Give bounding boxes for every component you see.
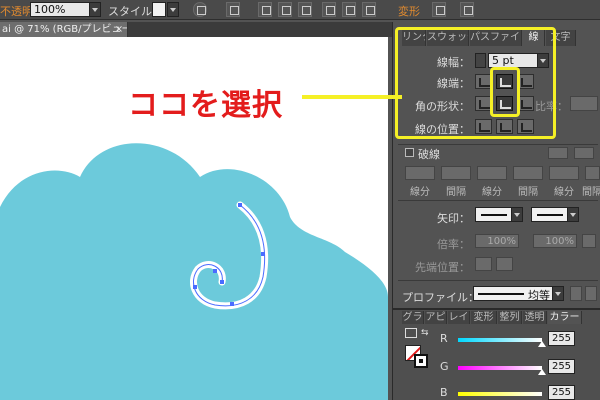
- callout-line: [302, 95, 402, 99]
- arrow-scale-start[interactable]: 100%: [475, 234, 519, 248]
- red-value-field[interactable]: 255: [548, 331, 575, 346]
- green-slider-handle[interactable]: [538, 369, 546, 375]
- dash-label-1: 線分: [410, 187, 430, 198]
- recolor-icon[interactable]: [193, 2, 207, 17]
- dash-align-corners-button[interactable]: [548, 147, 568, 159]
- tab-layers[interactable]: レイ: [448, 311, 470, 324]
- align-bottom-icon[interactable]: [362, 2, 376, 17]
- dash-label-2: 線分: [482, 187, 502, 198]
- dashed-checkbox[interactable]: [405, 148, 414, 157]
- arrow-tip-place-button[interactable]: [496, 257, 513, 271]
- gap-label-1: 間隔: [446, 187, 466, 198]
- arrow-scale-label: 倍率：: [437, 238, 470, 251]
- style-dropdown[interactable]: [167, 2, 179, 17]
- stroke-panel-highlight: [395, 27, 556, 139]
- arrowhead-label: 矢印：: [437, 212, 470, 225]
- divider: [398, 280, 598, 281]
- dash-label-3: 線分: [554, 187, 574, 198]
- isolate-icon[interactable]: [432, 2, 446, 17]
- dash-field-1[interactable]: [405, 166, 435, 180]
- document-tab[interactable]: ai @ 71% (RGB/プレビュー): [0, 22, 128, 37]
- green-slider-track[interactable]: [458, 366, 542, 370]
- close-tab-icon[interactable]: ×: [112, 22, 126, 37]
- panel-menu-icon[interactable]: [460, 2, 474, 17]
- stroke-color-icon[interactable]: [414, 354, 428, 368]
- profile-label: プロファイル：: [402, 291, 479, 304]
- default-colors-icon[interactable]: [405, 328, 417, 338]
- style-swatch[interactable]: [152, 2, 166, 17]
- gap-field-2[interactable]: [513, 166, 543, 180]
- control-bar: 不透明度： 100% スタイル： 変形: [0, 0, 600, 20]
- gap-field-1[interactable]: [441, 166, 471, 180]
- gap-label-2: 間隔: [518, 187, 538, 198]
- transform-label[interactable]: 変形: [398, 3, 420, 19]
- dashed-label: 破線: [418, 148, 440, 161]
- round-options-highlight: [490, 67, 520, 117]
- tab-align[interactable]: 整列: [498, 311, 522, 324]
- align-left-icon[interactable]: [258, 2, 272, 17]
- red-slider-handle[interactable]: [538, 341, 546, 347]
- align-grid-icon[interactable]: [226, 2, 240, 17]
- end-arrow-select[interactable]: [531, 207, 569, 222]
- align-hcenter-icon[interactable]: [278, 2, 292, 17]
- blue-slider-track[interactable]: [458, 392, 542, 396]
- arrow-scale-end[interactable]: 100%: [533, 234, 577, 248]
- blue-value-field[interactable]: 255: [548, 385, 575, 400]
- tab-color[interactable]: カラー: [548, 311, 582, 324]
- profile-dropdown[interactable]: [552, 286, 564, 301]
- end-arrow-dropdown[interactable]: [567, 207, 579, 222]
- callout-text: ココを選択: [128, 88, 283, 123]
- align-right-icon[interactable]: [298, 2, 312, 17]
- arrow-tip-extend-button[interactable]: [475, 257, 492, 271]
- swap-colors-icon[interactable]: ⇆: [421, 328, 431, 338]
- align-vcenter-icon[interactable]: [342, 2, 356, 17]
- tab-transform[interactable]: 変形: [471, 311, 497, 324]
- dash-field-2[interactable]: [477, 166, 507, 180]
- flip-along-button[interactable]: [570, 286, 582, 301]
- opacity-dropdown[interactable]: [89, 2, 101, 17]
- link-scale-icon[interactable]: [582, 234, 596, 248]
- red-channel-label: R: [440, 332, 448, 345]
- tab-gradient[interactable]: グラ: [402, 311, 424, 324]
- green-channel-label: G: [440, 360, 449, 373]
- start-arrow-select[interactable]: [475, 207, 513, 222]
- arrow-align-label: 先端位置：: [415, 261, 470, 274]
- limit-field[interactable]: [570, 96, 598, 111]
- divider: [398, 144, 598, 145]
- red-slider-track[interactable]: [458, 338, 542, 342]
- profile-select[interactable]: 均等: [473, 286, 553, 302]
- flip-across-button[interactable]: [585, 286, 597, 301]
- tab-transparency[interactable]: 透明: [523, 311, 547, 324]
- start-arrow-dropdown[interactable]: [511, 207, 523, 222]
- green-value-field[interactable]: 255: [548, 359, 575, 374]
- divider: [398, 200, 598, 201]
- profile-value: 均等: [528, 289, 550, 302]
- gap-label-3: 間隔: [582, 187, 600, 198]
- opacity-field[interactable]: 100%: [30, 2, 90, 17]
- tab-appearance[interactable]: アピ: [425, 311, 447, 324]
- dash-field-3[interactable]: [549, 166, 579, 180]
- align-top-icon[interactable]: [322, 2, 336, 17]
- gap-field-3[interactable]: [585, 166, 600, 180]
- blue-channel-label: B: [440, 386, 448, 399]
- dash-preserve-button[interactable]: [574, 147, 594, 159]
